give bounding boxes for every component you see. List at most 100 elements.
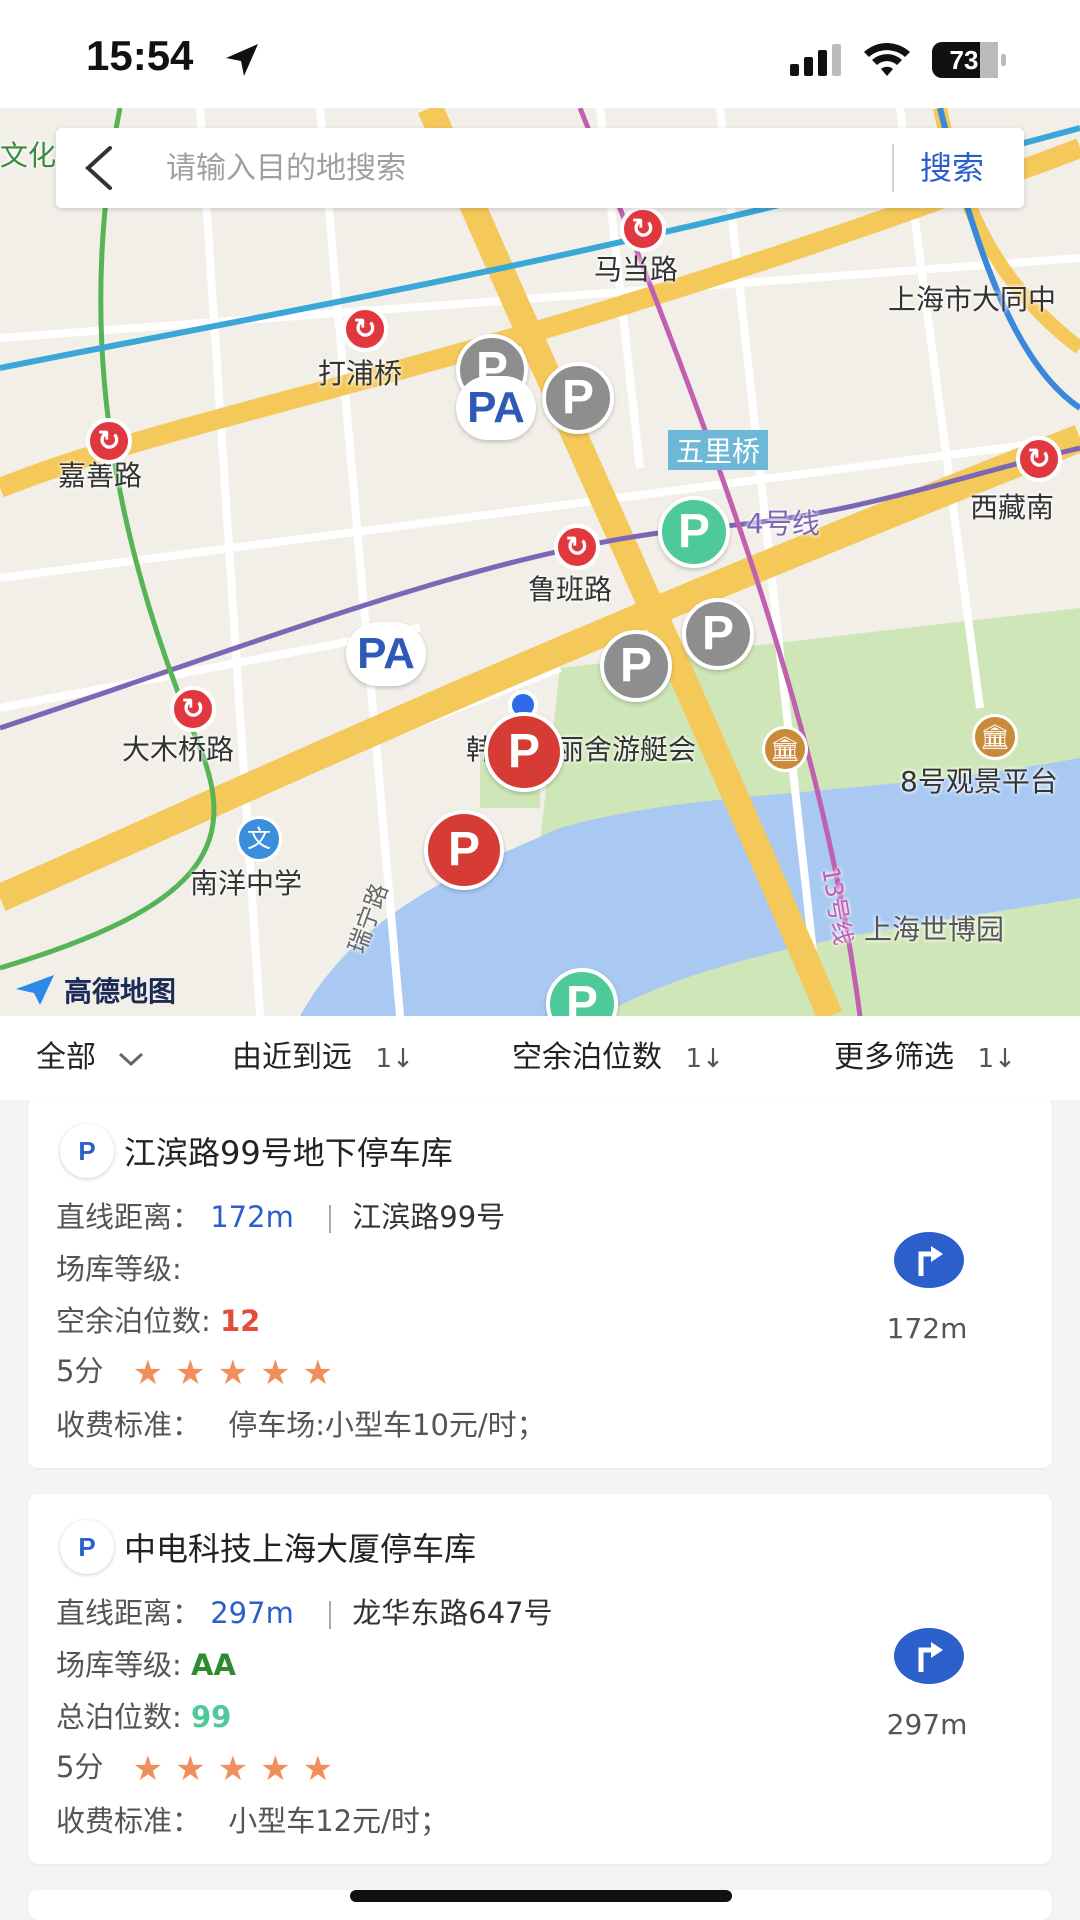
parking-pin[interactable]: P	[600, 630, 672, 702]
turn-right-icon	[918, 1642, 943, 1672]
metro-station-icon[interactable]	[170, 686, 216, 732]
distance-label: 直线距离：	[56, 1596, 202, 1630]
amap-logo: 高德地图	[14, 970, 176, 1010]
grade-row: 场库等级:	[56, 1246, 182, 1288]
map-label: 文化	[0, 139, 57, 172]
map-label: 鲁班路	[528, 573, 613, 606]
fee-label: 收费标准：	[56, 1408, 202, 1442]
map-label: 大木桥路	[122, 733, 235, 766]
fee-value: 停车场:小型车10元/时；	[228, 1408, 546, 1442]
sort-near-to-far[interactable]: 由近到远 1↓	[232, 1016, 414, 1100]
battery-level: 73	[949, 45, 979, 75]
address: 江滨路99号	[352, 1200, 506, 1234]
parking-pin[interactable]: P	[542, 362, 614, 434]
star-icon: ★	[302, 1353, 334, 1393]
home-indicator	[350, 1890, 732, 1902]
more-filters[interactable]: 更多筛选 1↓	[834, 1016, 1016, 1100]
map-label: 8号观景平台	[900, 765, 1058, 798]
parking-pin[interactable]: P	[424, 810, 504, 890]
distance-row: 直线距离： 172m 江滨路99号	[56, 1194, 505, 1236]
parking-name: 江滨路99号地下停车库	[124, 1134, 453, 1172]
sort-near-to-far-label: 由近到远	[232, 1040, 352, 1075]
parking-icon: P	[60, 1124, 114, 1178]
star-icon: ★	[217, 1353, 249, 1393]
landmark-icon[interactable]: 🏛	[972, 714, 1018, 760]
star-icon: ★	[132, 1353, 164, 1393]
grade-row: 场库等级: AA	[56, 1642, 236, 1684]
parking-pin-selected[interactable]: P	[484, 712, 564, 792]
parking-pin-a[interactable]: PA	[346, 622, 426, 686]
star-icon: ★	[132, 1749, 164, 1789]
navigate-button[interactable]	[894, 1628, 964, 1684]
amap-brand: 高德地图	[64, 975, 177, 1008]
spaces-value: 99	[191, 1700, 232, 1734]
spaces-row: 总泊位数: 99	[56, 1694, 231, 1736]
sort-icon: 1↓	[375, 1044, 414, 1074]
wifi-icon	[864, 43, 910, 76]
map-base	[0, 108, 1080, 1016]
map-label: 五里桥	[668, 430, 769, 470]
rating-stars: ★ ★ ★ ★ ★	[133, 1353, 345, 1393]
parking-pin-a[interactable]: PA	[456, 376, 536, 440]
metro-station-icon[interactable]	[620, 206, 666, 252]
parking-card[interactable]: P 中电科技上海大厦停车库 直线距离： 297m 龙华东路647号 场库等级: …	[28, 1494, 1052, 1864]
star-icon: ★	[260, 1353, 291, 1393]
sort-icon: 1↓	[977, 1044, 1016, 1074]
back-chevron-icon[interactable]	[76, 142, 126, 194]
sort-free-spaces-label: 空余泊位数	[512, 1040, 662, 1075]
map-label: 丽舍游艇会	[556, 733, 697, 766]
turn-right-icon	[918, 1246, 943, 1276]
metro-station-icon[interactable]	[1016, 436, 1062, 482]
star-icon: ★	[260, 1749, 291, 1789]
parking-name: 中电科技上海大厦停车库	[124, 1530, 477, 1568]
metro-station-icon[interactable]	[342, 306, 388, 352]
map-label: 4号线	[746, 507, 820, 540]
rating-score: 5分	[56, 1750, 104, 1784]
search-divider	[892, 144, 894, 192]
spaces-value: 12	[220, 1304, 261, 1338]
map-label: 上海世博园	[864, 913, 1005, 946]
metro-station-icon[interactable]	[554, 524, 600, 570]
parking-pin[interactable]: P	[658, 496, 730, 568]
map-label: 打浦桥	[318, 357, 403, 390]
map-view[interactable]: 文化 马当路 打浦桥 上海市大同中 嘉善路 五里桥 4号线 西藏南 鲁班路 大木…	[0, 108, 1080, 1016]
star-icon: ★	[175, 1749, 206, 1789]
landmark-icon[interactable]: 🏛	[762, 726, 808, 772]
fee-row: 收费标准： 小型车12元/时；	[56, 1798, 449, 1840]
search-input[interactable]	[166, 142, 926, 194]
search-bar: 搜索	[56, 128, 1024, 208]
navigate-distance: 172m	[886, 1312, 968, 1345]
search-button[interactable]: 搜索	[920, 144, 984, 192]
distance-value: 172m	[210, 1200, 294, 1234]
address: 龙华东路647号	[352, 1596, 553, 1630]
map-label: 西藏南	[970, 491, 1055, 524]
grade-label: 场库等级:	[56, 1648, 182, 1682]
distance-label: 直线距离：	[56, 1200, 202, 1234]
filter-all[interactable]: 全部	[36, 1016, 144, 1100]
rating-row: 5分 ★ ★ ★ ★ ★	[56, 1348, 345, 1393]
parking-title: P 江滨路99号地下停车库	[60, 1124, 453, 1178]
fee-label: 收费标准：	[56, 1804, 202, 1838]
battery-icon: 73	[932, 42, 1008, 78]
amap-arrow-icon	[16, 975, 54, 1005]
parking-title: P 中电科技上海大厦停车库	[60, 1520, 476, 1574]
sort-free-spaces[interactable]: 空余泊位数 1↓	[512, 1016, 724, 1100]
grade-label: 场库等级:	[56, 1252, 182, 1286]
rating-row: 5分 ★ ★ ★ ★ ★	[56, 1744, 345, 1789]
navigate-button[interactable]	[894, 1232, 964, 1288]
more-filters-label: 更多筛选	[834, 1040, 954, 1075]
star-icon: ★	[302, 1749, 334, 1789]
cellular-signal-icon	[790, 44, 841, 76]
spaces-label: 总泊位数:	[56, 1700, 182, 1734]
metro-station-icon[interactable]	[86, 418, 132, 464]
fee-value: 小型车12元/时；	[228, 1804, 449, 1838]
school-icon[interactable]: 文	[236, 816, 282, 862]
rating-score: 5分	[56, 1354, 104, 1388]
location-arrow-icon	[226, 44, 258, 76]
status-time: 15:54	[86, 32, 194, 79]
fee-row: 收费标准： 停车场:小型车10元/时；	[56, 1402, 546, 1444]
parking-pin[interactable]: P	[682, 598, 754, 670]
divider	[329, 1205, 332, 1233]
parking-card[interactable]: P 江滨路99号地下停车库 直线距离： 172m 江滨路99号 场库等级: 空余…	[28, 1098, 1052, 1468]
spaces-label: 空余泊位数:	[56, 1304, 211, 1338]
